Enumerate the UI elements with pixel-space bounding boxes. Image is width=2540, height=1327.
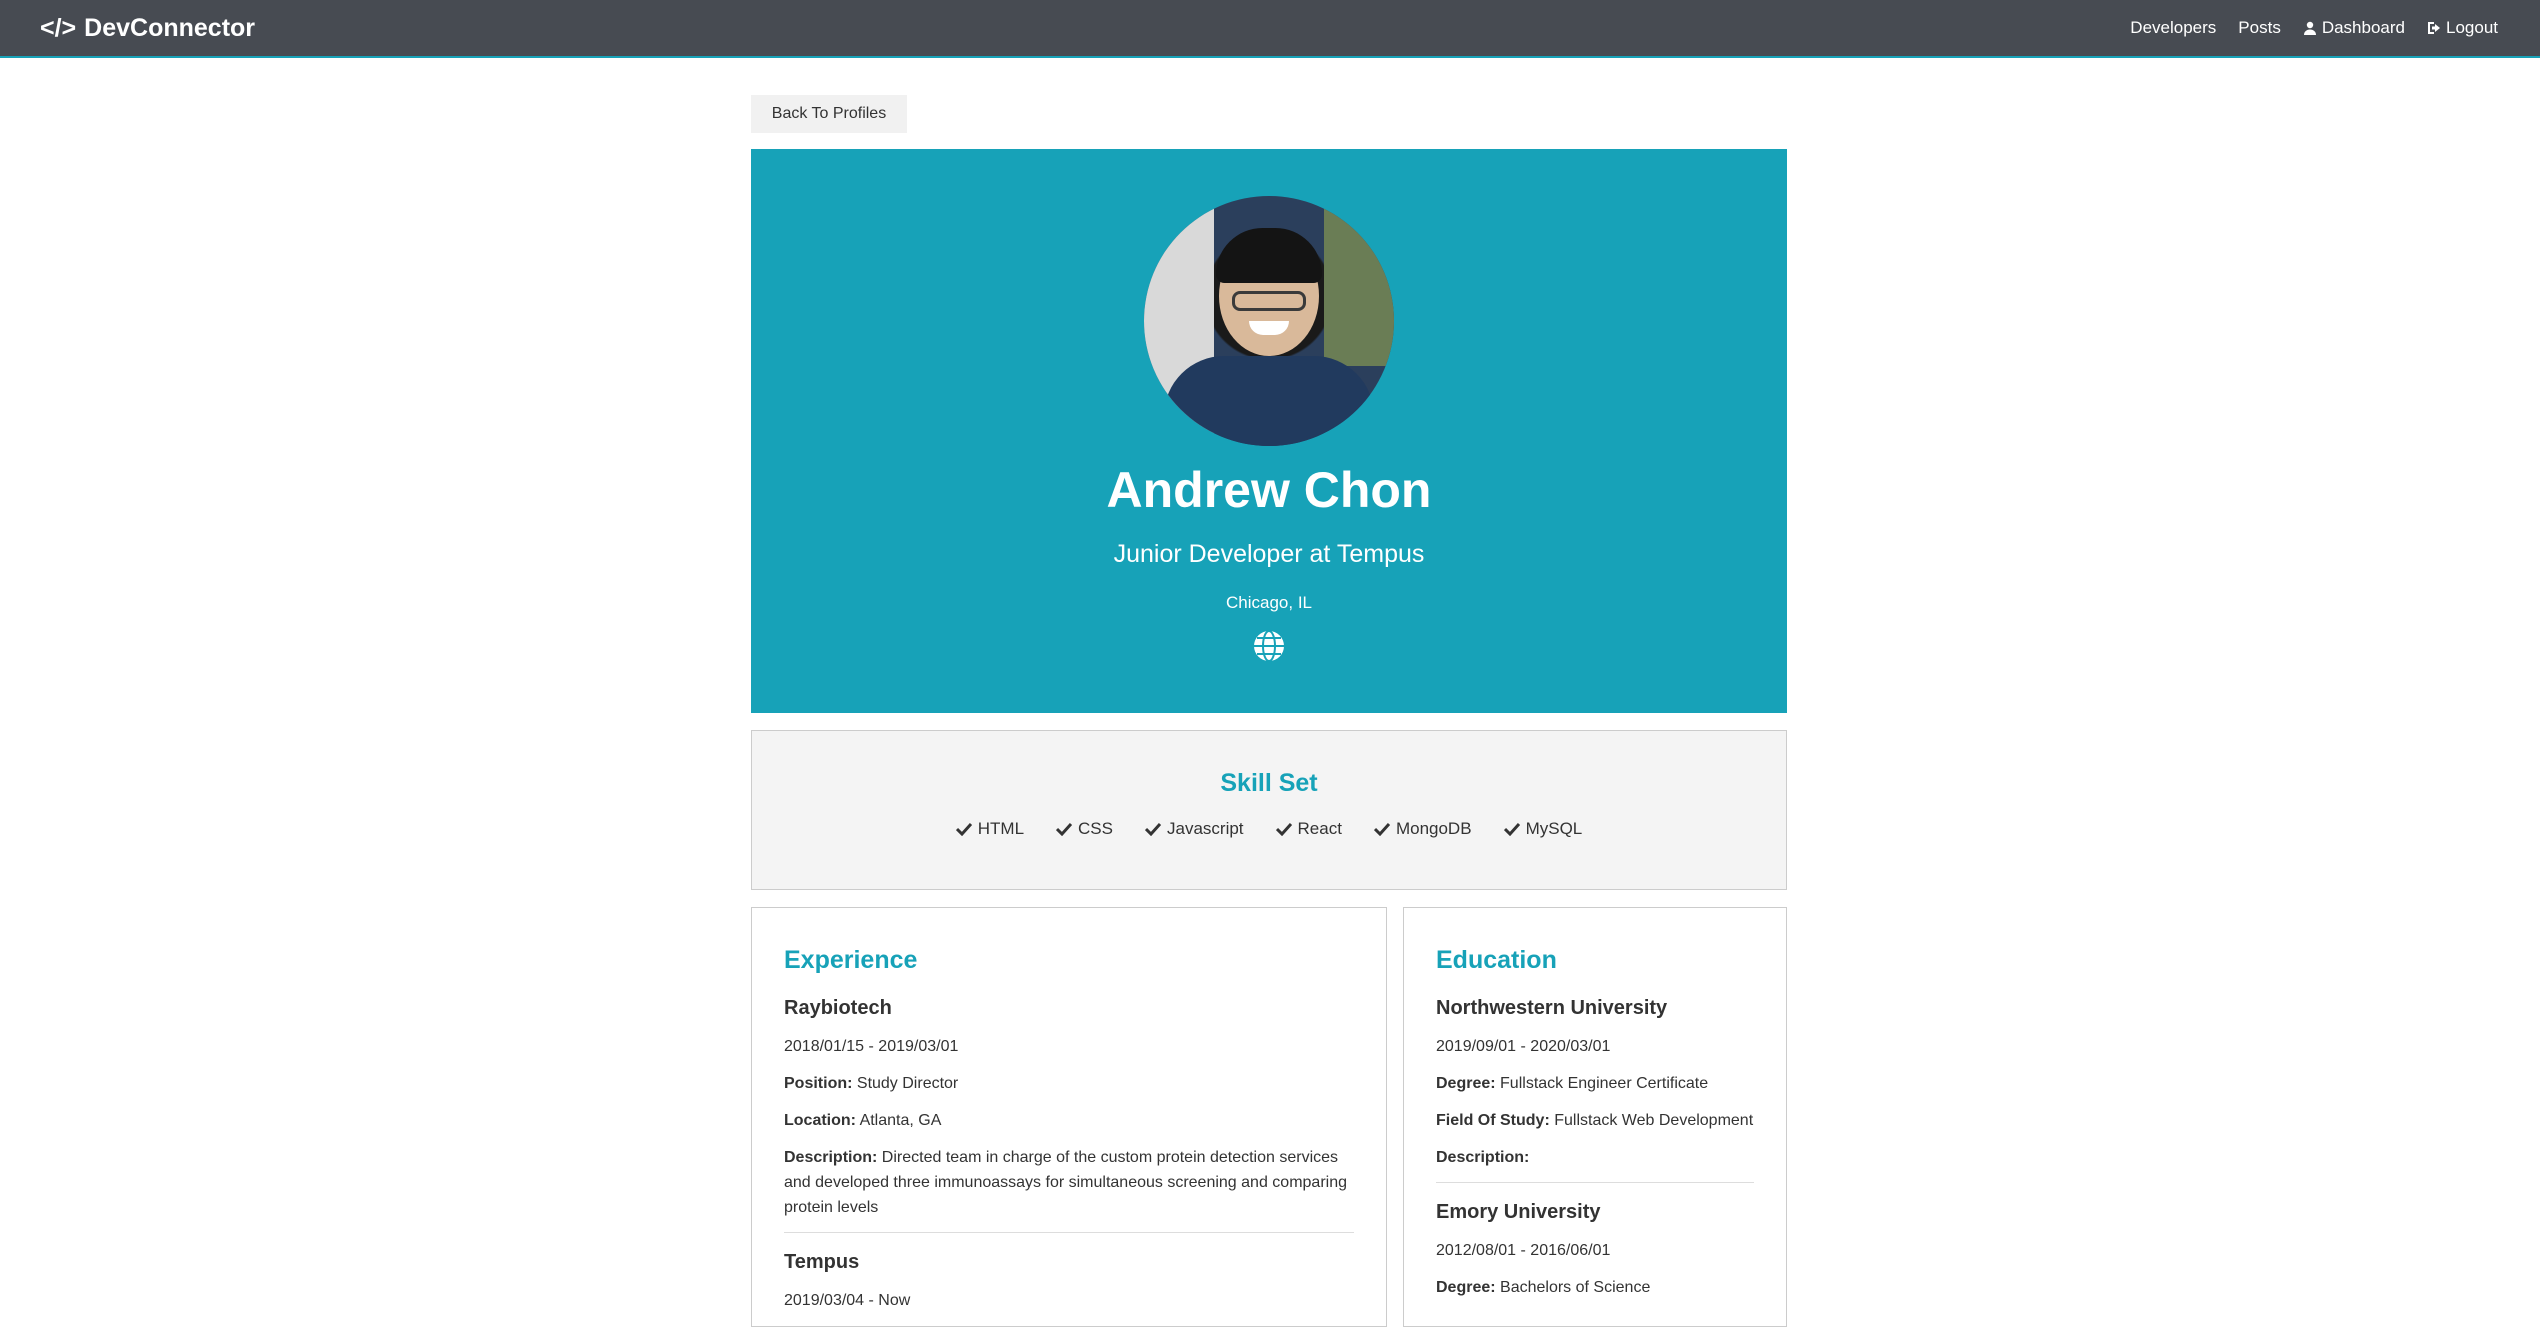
code-icon: </>: [40, 14, 77, 42]
experience-title: Experience: [784, 946, 918, 974]
education-degree: Degree: Fullstack Engineer Certificate: [1436, 1075, 1709, 1092]
education-entry: Northwestern University 2019/09/01 - 202…: [1436, 997, 1754, 1170]
back-to-profiles-button[interactable]: Back To Profiles: [751, 95, 907, 133]
profile-location: Chicago, IL: [1226, 593, 1312, 612]
education-degree: Degree: Bachelors of Science: [1436, 1279, 1651, 1296]
nav-links: Developers Posts Dashboard Logout: [2130, 18, 2498, 38]
check-icon: [1056, 822, 1073, 836]
education-school: Emory University: [1436, 1201, 1601, 1223]
nav-link-posts[interactable]: Posts: [2238, 18, 2281, 38]
check-icon: [1275, 822, 1292, 836]
education-dates: 2012/08/01 - 2016/06/01: [1436, 1242, 1611, 1259]
experience-description: Description: Directed team in charge of …: [784, 1149, 1347, 1216]
experience-position: Position: Study Director: [784, 1075, 959, 1092]
experience-location: Location: Atlanta, GA: [784, 1112, 942, 1129]
nav-link-developers[interactable]: Developers: [2130, 18, 2216, 38]
education-description: Description:: [1436, 1149, 1530, 1166]
nav-link-logout[interactable]: Logout: [2427, 18, 2498, 38]
education-field: Field Of Study: Fullstack Web Developmen…: [1436, 1112, 1754, 1129]
avatar: [1144, 196, 1394, 446]
skill-item: Javascript: [1145, 819, 1244, 839]
skill-item: CSS: [1056, 819, 1113, 839]
divider: [784, 1232, 1354, 1233]
skill-set-title: Skill Set: [1220, 769, 1318, 797]
education-title: Education: [1436, 946, 1557, 974]
profile-name: Andrew Chon: [1106, 462, 1432, 518]
check-icon: [1145, 822, 1161, 836]
education-card: Education Northwestern University 2019/0…: [1403, 907, 1787, 1327]
experience-card: Experience Raybiotech 2018/01/15 - 2019/…: [751, 907, 1387, 1327]
profile-header: Andrew Chon Junior Developer at Tempus C…: [751, 149, 1787, 713]
check-icon: [1373, 822, 1390, 836]
experience-entry: Raybiotech 2018/01/15 - 2019/03/01 Posit…: [784, 997, 1354, 1220]
experience-entry: Tempus 2019/03/04 - Now: [784, 1251, 1354, 1313]
experience-dates: 2019/03/04 - Now: [784, 1292, 911, 1309]
brand-logo[interactable]: </> DevConnector: [40, 14, 255, 43]
brand-name: DevConnector: [84, 14, 256, 42]
experience-company: Tempus: [784, 1251, 860, 1273]
skill-item: MySQL: [1503, 819, 1582, 839]
nav-link-label: Logout: [2446, 18, 2498, 37]
skill-list: HTML CSS Javascript React MongoDB MySQL: [752, 819, 1786, 839]
education-dates: 2019/09/01 - 2020/03/01: [1436, 1038, 1611, 1055]
check-icon: [955, 822, 972, 836]
navbar: </> DevConnector Developers Posts Dashbo…: [0, 0, 2540, 58]
divider: [1436, 1182, 1754, 1183]
logout-icon: [2428, 22, 2440, 34]
experience-dates: 2018/01/15 - 2019/03/01: [784, 1038, 959, 1055]
experience-company: Raybiotech: [784, 997, 892, 1019]
check-icon: [1503, 822, 1520, 836]
globe-icon[interactable]: [1253, 630, 1285, 662]
profile-status: Junior Developer at Tempus: [1113, 540, 1425, 568]
nav-link-dashboard[interactable]: Dashboard: [2303, 18, 2405, 38]
skill-set-panel: Skill Set HTML CSS Javascript React Mong…: [751, 730, 1787, 890]
user-icon: [2303, 21, 2316, 35]
education-entry: Emory University 2012/08/01 - 2016/06/01…: [1436, 1201, 1754, 1300]
skill-item: React: [1275, 819, 1342, 839]
education-school: Northwestern University: [1436, 997, 1668, 1019]
skill-item: MongoDB: [1373, 819, 1472, 839]
nav-link-label: Dashboard: [2321, 18, 2405, 37]
skill-item: HTML: [955, 819, 1024, 839]
